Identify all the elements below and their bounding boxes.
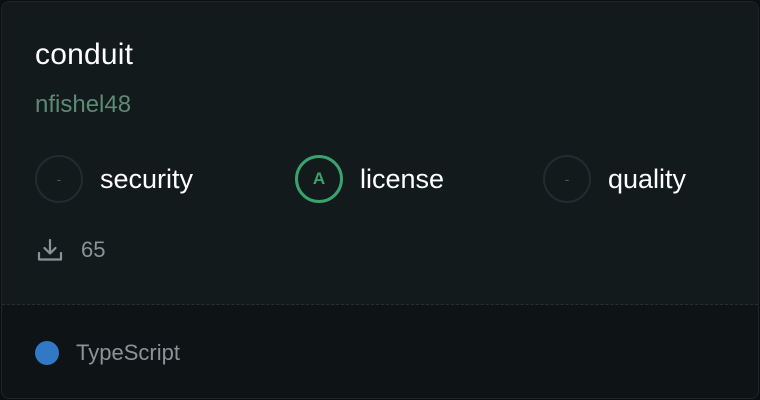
security-label: security [100, 164, 194, 194]
language-color-dot [35, 341, 59, 365]
language-info: TypeScript [35, 340, 180, 366]
license-grade-badge: A [295, 155, 343, 203]
quality-grade-badge: - [543, 155, 591, 203]
repo-name[interactable]: conduit [35, 37, 133, 73]
score-security[interactable]: - security [35, 155, 193, 203]
security-grade-badge: - [35, 155, 83, 203]
quality-label: quality [608, 164, 687, 194]
downloads-count: 65 [81, 237, 106, 262]
language-name: TypeScript [76, 340, 180, 365]
license-label: license [360, 164, 445, 194]
score-license[interactable]: A license [295, 155, 444, 203]
score-quality[interactable]: - quality [543, 155, 686, 203]
download-icon [37, 238, 63, 262]
downloads-stat: 65 [37, 237, 105, 263]
package-card[interactable]: conduit nfishel48 - security A license -… [1, 1, 759, 399]
repo-owner[interactable]: nfishel48 [35, 90, 131, 120]
